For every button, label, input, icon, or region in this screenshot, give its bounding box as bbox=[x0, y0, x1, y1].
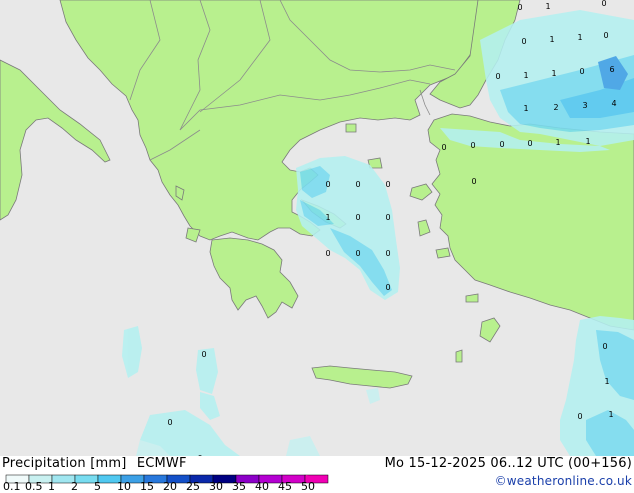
precip-value-label: 1 bbox=[551, 69, 556, 78]
precip-value-label: 0 bbox=[517, 3, 522, 12]
precip-value-label: 0 bbox=[577, 412, 582, 421]
model-name: ECMWF bbox=[136, 456, 187, 471]
precip-value-label: 0 bbox=[470, 141, 475, 150]
legend-label: 1 bbox=[48, 480, 55, 493]
samos bbox=[435, 247, 451, 259]
precip-value-label: 1 bbox=[585, 137, 590, 146]
legend-label: 15 bbox=[140, 480, 154, 493]
legend-label: 25 bbox=[186, 480, 200, 493]
precip-value-label: 1 bbox=[545, 2, 550, 11]
precip-value-label: 0 bbox=[355, 213, 360, 222]
legend-label: 40 bbox=[255, 480, 269, 493]
precip-value-label: 0 bbox=[579, 67, 584, 76]
precip-value-label: 0 bbox=[441, 143, 446, 152]
precip-value-label: 0 bbox=[201, 350, 206, 359]
precip-value-label: 0 bbox=[167, 418, 172, 427]
precip-value-label: 0 bbox=[355, 180, 360, 189]
precip-value-label: 0 bbox=[521, 37, 526, 46]
karpathos bbox=[455, 349, 463, 363]
valid-time: Mo 15-12-2025 06..12 UTC (00+156) bbox=[384, 456, 632, 471]
legend-label: 30 bbox=[209, 480, 223, 493]
precip-value-label: 1 bbox=[555, 138, 560, 147]
map-title: Precipitation [mm] bbox=[2, 456, 127, 471]
legend-label: 45 bbox=[278, 480, 292, 493]
precip-value-label: 0 bbox=[602, 342, 607, 351]
precip-value-label: 0 bbox=[325, 249, 330, 258]
legend-label: 10 bbox=[117, 480, 131, 493]
legend-label: 20 bbox=[163, 480, 177, 493]
legend-label: 0.5 bbox=[25, 480, 43, 493]
precip-value-label: 4 bbox=[611, 99, 616, 108]
precip-value-label: 0 bbox=[385, 180, 390, 189]
precip-value-label: 2 bbox=[553, 103, 558, 112]
precip-value-label: 0 bbox=[471, 177, 476, 186]
legend-labels: 0.1 0.5 1 2 5 10 15 20 25 30 35 40 45 50 bbox=[0, 480, 334, 493]
legend-label: 0.1 bbox=[3, 480, 21, 493]
thasos bbox=[345, 123, 357, 133]
precip-value-label: 0 bbox=[495, 72, 500, 81]
legend-label: 35 bbox=[232, 480, 246, 493]
credit-link[interactable]: ©weatheronline.co.uk bbox=[495, 474, 632, 488]
precip-value-label: 0 bbox=[325, 180, 330, 189]
precip-value-label: 1 bbox=[577, 33, 582, 42]
precip-value-label: 1 bbox=[549, 35, 554, 44]
precip-value-label: 1 bbox=[325, 213, 330, 222]
map-footer: Precipitation [mm] ECMWF 0.1 0.5 1 2 5 10 15 20… bbox=[0, 456, 634, 493]
precip-value-label: 0 bbox=[601, 0, 606, 8]
precip-value-label: 0 bbox=[385, 213, 390, 222]
precip-value-label: 0 bbox=[499, 140, 504, 149]
precip-value-label: 3 bbox=[582, 101, 587, 110]
precip-value-label: 0 bbox=[385, 283, 390, 292]
legend-label: 50 bbox=[301, 480, 315, 493]
precipitation-map[interactable]: 0100110011061234000011000010000000001010 bbox=[0, 0, 634, 456]
precip-value-label: 0 bbox=[603, 31, 608, 40]
legend-label: 2 bbox=[71, 480, 78, 493]
precip-value-label: 1 bbox=[604, 377, 609, 386]
precip-value-label: 6 bbox=[609, 65, 614, 74]
precip-value-label: 0 bbox=[355, 249, 360, 258]
legend-label: 5 bbox=[94, 480, 101, 493]
precip-value-label: 0 bbox=[385, 249, 390, 258]
precip-value-label: 0 bbox=[527, 139, 532, 148]
precip-value-label: 1 bbox=[523, 104, 528, 113]
precip-value-label: 1 bbox=[523, 71, 528, 80]
precip-value-label: 1 bbox=[608, 410, 613, 419]
